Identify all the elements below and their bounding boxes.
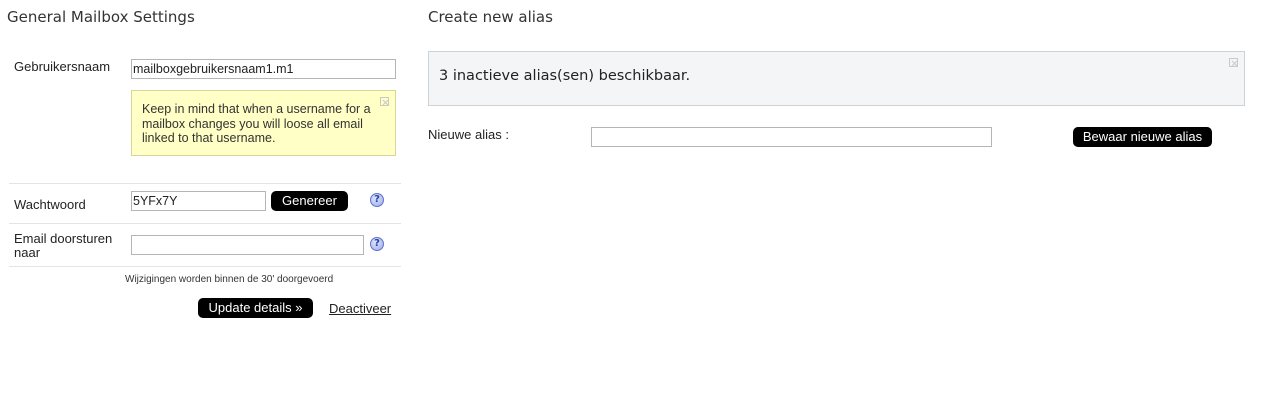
close-icon[interactable] (1229, 58, 1238, 67)
new-alias-input[interactable] (591, 127, 992, 147)
new-alias-label: Nieuwe alias : (428, 127, 509, 142)
forward-help-icon[interactable]: ? (370, 237, 384, 251)
username-input[interactable] (131, 59, 396, 79)
alias-availability-text: 3 inactieve alias(sen) beschikbaar. (439, 68, 691, 84)
create-alias-title: Create new alias (428, 8, 553, 26)
divider (9, 266, 401, 267)
divider (9, 223, 401, 224)
divider (9, 183, 401, 184)
password-help-icon[interactable]: ? (370, 193, 384, 207)
general-settings-title: General Mailbox Settings (7, 8, 195, 26)
save-alias-button[interactable]: Bewaar nieuwe alias (1073, 127, 1212, 147)
generate-password-button[interactable]: Genereer (271, 191, 348, 211)
alias-info-panel: 3 inactieve alias(sen) beschikbaar. (428, 51, 1245, 106)
update-details-button[interactable]: Update details » (198, 298, 313, 318)
password-label: Wachtwoord (14, 197, 86, 212)
password-input[interactable] (131, 191, 266, 211)
deactivate-link[interactable]: Deactiveer (329, 301, 391, 316)
changes-notice: Wijzigingen worden binnen de 30' doorgev… (125, 274, 334, 285)
close-icon[interactable] (380, 97, 389, 106)
forward-email-label: Email doorsturen naar (14, 231, 113, 260)
warning-note-text: Keep in mind that when a username for a … (142, 102, 371, 145)
forward-email-input[interactable] (131, 235, 364, 255)
username-label: Gebruikersnaam (14, 59, 111, 74)
username-warning-note: Keep in mind that when a username for a … (131, 90, 396, 156)
